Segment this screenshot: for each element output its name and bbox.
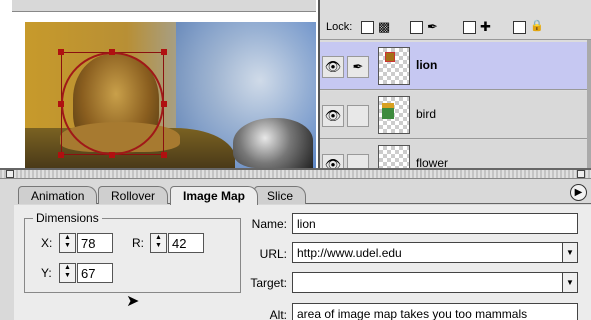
y-label: Y: <box>41 266 52 280</box>
url-label: URL: <box>259 247 287 261</box>
r-stepper[interactable]: ▲ ▼ <box>150 233 167 253</box>
resize-handle-br[interactable] <box>161 152 167 158</box>
layer-thumbnail <box>378 47 410 85</box>
layer-thumbnail <box>378 96 410 134</box>
horizontal-ruler <box>12 0 316 12</box>
lock-row: Lock: ▩ ✒ ✚ 🔒 <box>320 16 591 40</box>
name-label: Name: <box>251 217 287 231</box>
dimensions-legend: Dimensions <box>33 211 102 225</box>
brush-icon: ✒ <box>427 19 438 34</box>
transparency-grid-icon: ▩ <box>378 19 391 34</box>
x-label: X: <box>41 236 53 250</box>
x-stepper[interactable]: ▲ ▼ <box>59 233 76 253</box>
resize-handle-l[interactable] <box>58 101 64 107</box>
palette-title-bar[interactable] <box>0 170 591 179</box>
layers-scrollbar[interactable] <box>587 40 591 168</box>
resize-handle-tl[interactable] <box>58 49 64 55</box>
image-map-palette: Animation Rollover Image Map Slice ▶ Dim… <box>0 168 591 320</box>
document-canvas[interactable] <box>0 0 316 168</box>
alt-label: Alt: <box>269 308 287 320</box>
lock-position-checkbox[interactable] <box>463 21 476 34</box>
url-combobox[interactable]: http://www.udel.edu ▼ <box>292 242 578 263</box>
y-stepper[interactable]: ▲ ▼ <box>59 263 76 283</box>
image-map-content: Dimensions X: ▲ ▼ 78 R: ▲ ▼ 42 Y: ▲ ▼ 67 ➤ … <box>14 205 591 320</box>
close-box-icon[interactable] <box>6 170 14 178</box>
alt-field[interactable]: area of image map takes you too mammals <box>292 303 578 320</box>
x-field[interactable]: 78 <box>77 233 113 253</box>
layer-row-lion[interactable]: 👁 ✒ lion <box>320 42 591 90</box>
move-cross-icon: ✚ <box>480 19 491 34</box>
layer-row-bird[interactable]: 👁 bird <box>320 91 591 139</box>
name-field[interactable]: lion <box>292 213 578 234</box>
url-dropdown-arrow-icon[interactable]: ▼ <box>562 243 577 262</box>
resize-handle-b[interactable] <box>109 152 115 158</box>
link-cell[interactable] <box>347 105 369 127</box>
lock-transparency-checkbox[interactable] <box>361 21 374 34</box>
eye-icon[interactable]: 👁 <box>322 105 344 127</box>
lock-all-checkbox[interactable] <box>513 21 526 34</box>
target-label: Target: <box>250 276 287 290</box>
target-dropdown-arrow-icon[interactable]: ▼ <box>562 273 577 292</box>
resize-handle-t[interactable] <box>109 49 115 55</box>
y-field[interactable]: 67 <box>77 263 113 283</box>
brush-icon[interactable]: ✒ <box>347 56 369 78</box>
zoom-box-icon[interactable] <box>577 170 585 178</box>
eye-icon[interactable]: 👁 <box>322 56 344 78</box>
resize-handle-r[interactable] <box>161 101 167 107</box>
photo-rock <box>233 118 313 168</box>
r-field[interactable]: 42 <box>168 233 204 253</box>
padlock-icon: 🔒 <box>530 20 544 32</box>
tab-slice[interactable]: Slice <box>254 186 307 204</box>
tab-image-map[interactable]: Image Map <box>170 186 259 205</box>
layers-panel: Lock: ▩ ✒ ✚ 🔒 👁 ✒ lion 👁 bird 👁 flower <box>318 0 591 188</box>
tab-bar: Animation Rollover Image Map Slice <box>18 186 591 205</box>
layer-name: lion <box>416 58 438 72</box>
mouse-pointer-icon: ➤ <box>126 293 140 310</box>
tab-rollover[interactable]: Rollover <box>98 186 169 204</box>
resize-handle-bl[interactable] <box>58 152 64 158</box>
r-label: R: <box>132 236 144 250</box>
dimensions-group: Dimensions X: ▲ ▼ 78 R: ▲ ▼ 42 Y: ▲ ▼ 67 <box>24 211 241 293</box>
layer-name: bird <box>416 107 437 121</box>
lock-image-checkbox[interactable] <box>410 21 423 34</box>
canvas-margin <box>0 0 12 168</box>
palette-menu-arrow-icon[interactable]: ▶ <box>570 184 587 201</box>
lock-label: Lock: <box>326 21 353 33</box>
target-combobox[interactable]: ▼ <box>292 272 578 293</box>
circle-hotspot[interactable] <box>61 52 164 155</box>
url-value[interactable]: http://www.udel.edu <box>297 246 402 260</box>
tab-animation[interactable]: Animation <box>18 186 98 204</box>
resize-handle-tr[interactable] <box>161 49 167 55</box>
